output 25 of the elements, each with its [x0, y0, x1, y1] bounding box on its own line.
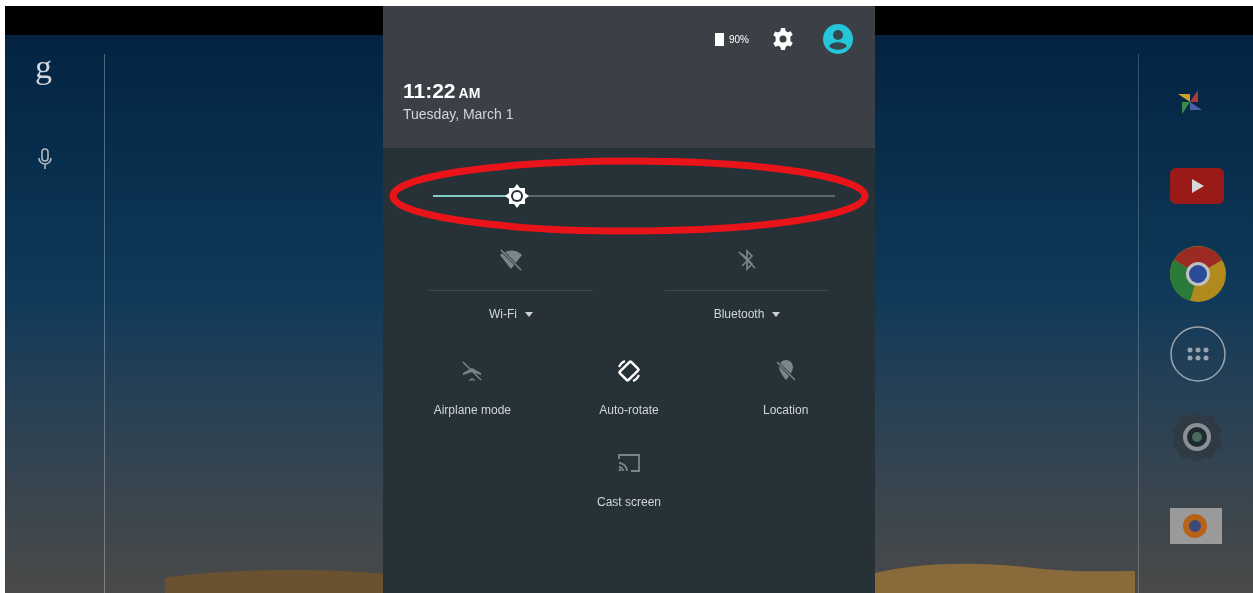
rotate-icon[interactable] [615, 357, 643, 385]
user-avatar[interactable] [823, 24, 853, 54]
microphone-icon[interactable] [38, 148, 52, 170]
browser-icon[interactable] [1168, 244, 1228, 304]
tile-label[interactable]: Airplane mode [433, 401, 511, 419]
date-text: Tuesday, March 1 [403, 105, 514, 124]
app-grid-icon[interactable] [1168, 324, 1228, 384]
play-icon[interactable] [1168, 166, 1226, 206]
tile-label-dropdown[interactable]: Bluetooth [713, 305, 781, 323]
battery-percent: 90% [729, 32, 749, 47]
tile-label[interactable]: Auto-rotate [599, 401, 659, 419]
tile-label-dropdown[interactable]: Wi-Fi [489, 305, 533, 323]
clock-time: 11:22 [403, 78, 456, 104]
brightness-slider[interactable] [433, 183, 835, 209]
camera-app-icon[interactable] [1168, 506, 1224, 546]
battery-icon [715, 32, 724, 46]
caret-icon[interactable] [772, 311, 781, 317]
tile-label[interactable]: Cast screen [596, 493, 661, 511]
wifi-icon[interactable] [497, 246, 525, 274]
caret-icon[interactable] [525, 311, 533, 317]
search-logo[interactable]: g [35, 50, 52, 84]
settings-icon[interactable] [771, 27, 795, 51]
tile-label[interactable]: Location [762, 401, 809, 419]
brightness-thumb-icon[interactable] [504, 183, 531, 209]
clock-suffix: AM [458, 84, 481, 103]
